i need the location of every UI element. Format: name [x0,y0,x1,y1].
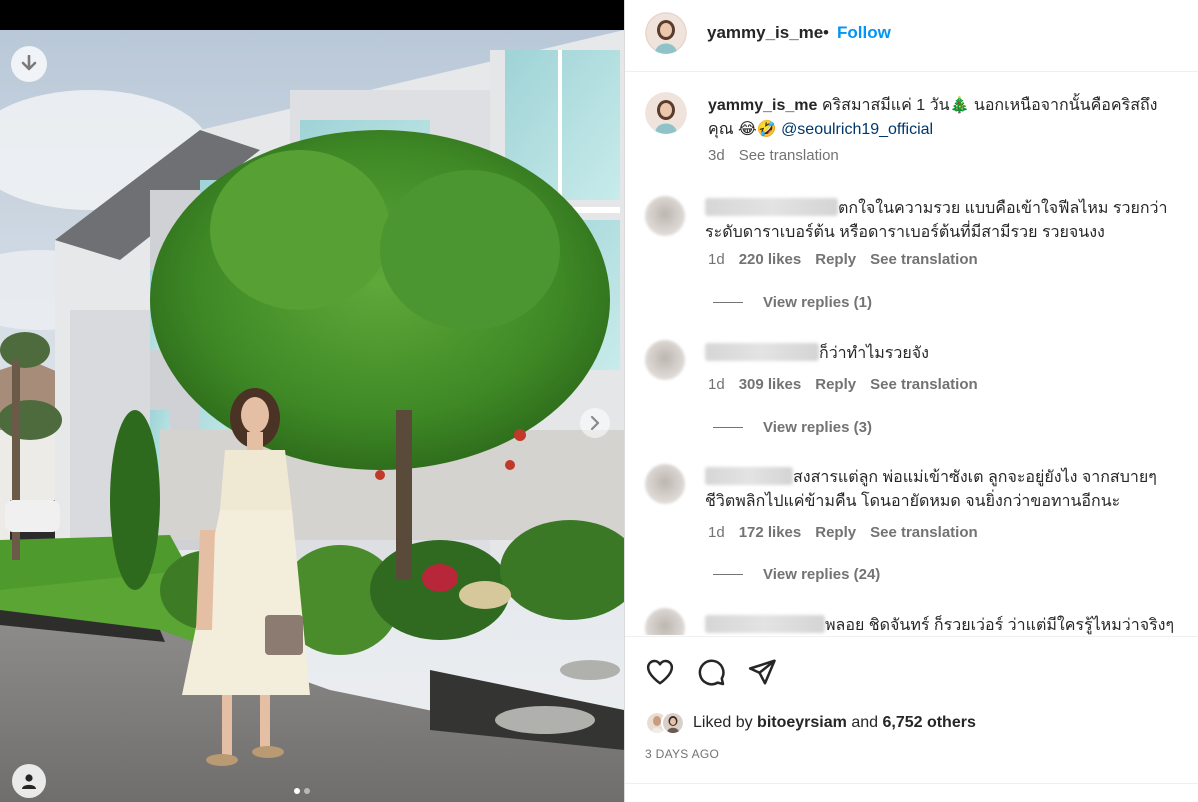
commenter-username[interactable] [705,467,793,485]
comment-timestamp[interactable]: 1d [708,376,725,393]
view-replies-label: View replies (24) [763,566,881,583]
view-replies-button[interactable]: View replies (3) [713,419,872,436]
view-replies-label: View replies (1) [763,294,872,311]
likes-text: Liked by bitoeyrsiam and 6,752 others [693,714,976,732]
comment-meta: 1d 309 likes Reply See translation [708,376,992,393]
comment-icon [698,659,725,686]
comment-body: ก็ว่าทำไมรวยจัง [819,345,929,362]
comment-likes[interactable]: 172 likes [739,524,802,541]
replies-divider [713,574,743,575]
post-photo [0,30,624,802]
heart-icon [646,659,674,685]
comments-list[interactable]: yammy_is_me คริสมาสมีแค่ 1 วัน🎄 นอกเหนือ… [625,73,1198,635]
caption-meta: 3d See translation [708,147,839,164]
post-details-panel: yammy_is_me • Follow yammy_is_me คริสมาส… [624,0,1198,802]
comment-text: ตกใจในความรวย แบบคือเข้าใจฟีลไหม รวยกว่า… [705,197,1179,245]
arrow-down-icon [21,55,37,71]
comment-text: สงสารแต่ลูก พ่อแม่เข้าซังเต ลูกจะอยู่ยัง… [705,466,1179,514]
commenter-avatar[interactable] [645,464,685,504]
like-button[interactable] [645,657,675,687]
share-button[interactable] [747,657,777,687]
liker-username[interactable]: bitoeyrsiam [757,714,847,731]
post-date[interactable]: 3 DAYS AGO [645,747,719,761]
likes-others-link[interactable]: 6,752 others [882,714,975,731]
commenter-avatar[interactable] [645,196,685,236]
replies-divider [713,427,743,428]
commenter-avatar[interactable] [645,608,685,635]
post-header: yammy_is_me • Follow [625,0,1198,72]
comment-meta: 1d 220 likes Reply See translation [708,251,992,268]
download-button[interactable] [11,46,47,82]
comment-body: พลอย ชิดจันทร์ ก็รวยเว่อร์ ว่าแต่มีใครรู… [825,617,1175,634]
view-replies-button[interactable]: View replies (24) [713,566,880,583]
caption-username[interactable]: yammy_is_me [708,97,817,114]
avatar-image [663,713,683,733]
comment-button[interactable] [696,657,726,687]
reply-button[interactable]: Reply [815,524,856,541]
caption-timestamp[interactable]: 3d [708,147,725,164]
reply-button[interactable]: Reply [815,376,856,393]
comment-meta: 1d 172 likes Reply See translation [708,524,992,541]
comment-timestamp[interactable]: 1d [708,251,725,268]
user-icon [22,774,36,789]
commenter-username[interactable] [705,615,825,633]
follow-button[interactable]: Follow [837,23,891,43]
likes-joiner: and [851,714,879,731]
caption-see-translation[interactable]: See translation [739,147,839,164]
media-top-bar [0,0,624,30]
see-translation-button[interactable]: See translation [870,376,978,393]
comment-likes[interactable]: 309 likes [739,376,802,393]
caption-avatar[interactable] [645,92,687,134]
avatar-image [645,12,687,54]
see-translation-button[interactable]: See translation [870,251,978,268]
author-avatar[interactable] [645,12,687,54]
carousel-dot-active [294,788,300,794]
avatar-image [645,92,687,134]
caption-mention-link[interactable]: @seoulrich19_official [781,121,933,138]
comment-timestamp[interactable]: 1d [708,524,725,541]
tagged-users-button[interactable] [12,764,46,798]
commenter-username[interactable] [705,343,819,361]
divider [625,783,1198,784]
comment-text: ก็ว่าทำไมรวยจัง [705,342,1179,366]
author-username[interactable]: yammy_is_me [707,23,823,43]
comment-likes[interactable]: 220 likes [739,251,802,268]
commenter-avatar[interactable] [645,340,685,380]
likes-prefix: Liked by [693,714,753,731]
comment-text: พลอย ชิดจันทร์ ก็รวยเว่อร์ ว่าแต่มีใครรู… [705,614,1198,635]
post-actions: Liked by bitoeyrsiam and 6,752 others 3 … [625,636,1198,802]
carousel-dot [304,788,310,794]
carousel-indicator [294,788,310,794]
view-replies-button[interactable]: View replies (1) [713,294,872,311]
liker-avatar[interactable] [661,711,685,735]
header-separator: • [823,23,829,42]
post-media [0,0,624,802]
commenter-username[interactable] [705,198,838,216]
post-caption: yammy_is_me คริสมาสมีแค่ 1 วัน🎄 นอกเหนือ… [708,94,1178,142]
reply-button[interactable]: Reply [815,251,856,268]
chevron-right-icon [590,416,600,430]
view-replies-label: View replies (3) [763,419,872,436]
likes-summary: Liked by bitoeyrsiam and 6,752 others [645,709,976,737]
share-icon [748,659,776,685]
replies-divider [713,302,743,303]
see-translation-button[interactable]: See translation [870,524,978,541]
next-image-button[interactable] [580,408,610,438]
